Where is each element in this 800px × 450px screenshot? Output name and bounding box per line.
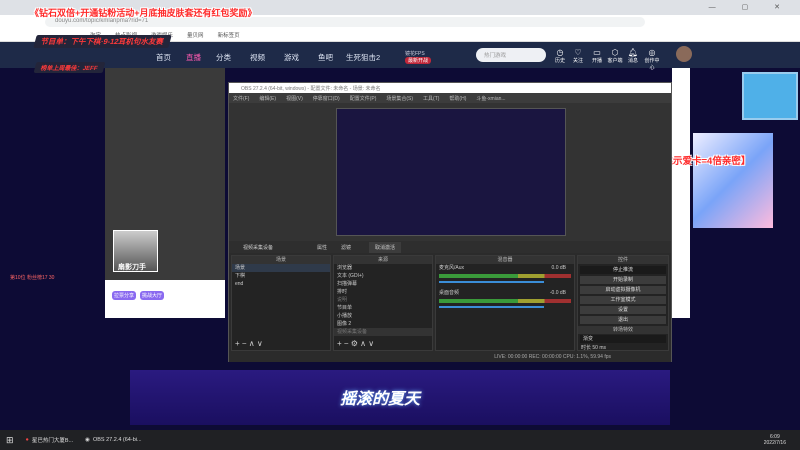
obs-icon: ◉ <box>85 437 90 443</box>
source-item[interactable]: 浏览器 <box>334 264 432 272</box>
nav-video[interactable]: 视频 <box>250 52 265 63</box>
virtual-camera-button[interactable]: 启动虚拟摄像机 <box>580 286 666 294</box>
bookmark[interactable]: 量贝网 <box>187 31 204 39</box>
stop-streaming-button[interactable]: 停止推流 <box>580 266 666 274</box>
history-button[interactable]: ◷ 历史 <box>552 48 568 64</box>
start-recording-button[interactable]: 开始录制 <box>580 276 666 284</box>
menu-view[interactable]: 视图(V) <box>286 95 303 102</box>
nav-fishbar[interactable]: 鱼吧 <box>318 52 333 63</box>
source-item[interactable]: 说明 <box>334 296 432 304</box>
studio-mode-button[interactable]: 工作室模式 <box>580 296 666 304</box>
scene-item[interactable]: end <box>232 280 330 288</box>
settings-button[interactable]: 设置 <box>580 306 666 314</box>
sources-dock: 来源 浏览器 文本 (GDI+) 扫描弹幕 排时 说明 节目单 小播放 图像 2… <box>333 255 433 351</box>
dock-title: 控件 <box>578 256 668 264</box>
source-item[interactable]: 排时 <box>334 288 432 296</box>
source-item[interactable]: 图像 2 <box>334 320 432 328</box>
banner-text: 《钻石双倍+开通钻粉活动+月底抽皮肤套还有红包奖励》 <box>30 8 257 18</box>
source-item[interactable]: 视频采集设备 <box>334 328 432 336</box>
scene-add-remove-buttons[interactable]: + − ∧ ∨ <box>235 339 263 348</box>
selected-source-label: 视频采集设备 <box>243 245 274 251</box>
menu-docks[interactable]: 停靠窗口(D) <box>313 95 340 102</box>
start-live-button[interactable]: ▭ 开播 <box>589 48 605 64</box>
obs-menubar: 文件(F) 编辑(E) 视图(V) 停靠窗口(D) 配置文件(P) 场景集合(S… <box>229 93 671 103</box>
source-item[interactable]: 小播放 <box>334 312 432 320</box>
game-festival-ad[interactable] <box>693 133 773 228</box>
source-item[interactable]: 节目单 <box>334 304 432 312</box>
client-button[interactable]: ⬡ 客户端 <box>607 48 623 64</box>
dock-title: 来源 <box>334 256 432 264</box>
menu-profile[interactable]: 配置文件(P) <box>350 95 377 102</box>
transition-select[interactable]: 渐变 <box>580 335 666 343</box>
volume-slider[interactable] <box>439 306 544 308</box>
audio-meter <box>439 299 571 303</box>
menu-file[interactable]: 文件(F) <box>233 95 249 102</box>
obs-source-toolbar: 视频采集设备 属性 滤镜 取消激活 <box>229 241 671 253</box>
source-item[interactable]: 扫描弹幕 <box>334 280 432 288</box>
nav-games[interactable]: 游戏 <box>284 52 299 63</box>
messages-button[interactable]: 🔔︎ 消息 <box>625 48 641 64</box>
menu-tools[interactable]: 工具(T) <box>423 95 439 102</box>
window-controls[interactable]: — ▢ ✕ <box>709 3 792 11</box>
mixer-channel: 桌面音频 -0.0 dB <box>439 290 566 296</box>
top-donor-text: 榜单上周最佳：JEFF <box>33 62 106 73</box>
obs-titlebar: OBS 27.2.4 (64-bit, windows) - 配置文件: 未命名… <box>229 83 671 93</box>
chrome-icon: ● <box>25 437 29 443</box>
source-add-remove-buttons[interactable]: + − ⚙ ∧ ∨ <box>337 339 374 348</box>
nav-home[interactable]: 首页 <box>156 52 171 63</box>
obs-window: OBS 27.2.4 (64-bit, windows) - 配置文件: 未命名… <box>228 82 672 362</box>
nav-category[interactable]: 分类 <box>216 52 231 63</box>
controls-dock: 控件 停止推流 开始录制 启动虚拟摄像机 工作室模式 设置 退出 转场特效 渐变… <box>577 255 669 351</box>
scene-item[interactable]: 下棋 <box>232 272 330 280</box>
fps-button[interactable]: 最新开战 <box>405 57 432 64</box>
menu-edit[interactable]: 编辑(E) <box>259 95 276 102</box>
band-title: 摇滚的夏天 <box>340 391 421 408</box>
dock-title: 转场特效 <box>578 326 668 334</box>
menu-douyu[interactable]: 斗鱼-xmian... <box>476 95 505 102</box>
source-item[interactable]: 文本 (GDI+) <box>334 272 432 280</box>
taskbar-obs[interactable]: ◉ OBS 27.2.4 (64-bi... <box>79 430 147 450</box>
audio-meter <box>439 274 571 278</box>
nav-game-promo[interactable]: 生死狙击2 <box>346 52 380 63</box>
search-input[interactable]: 热门游戏 <box>476 48 546 62</box>
scenes-dock: 场景 场景 下棋 end + − ∧ ∨ <box>231 255 331 351</box>
exit-button[interactable]: 退出 <box>580 316 666 324</box>
streamer-name: 扇影刀手 <box>118 264 146 271</box>
chat-panel <box>672 68 690 318</box>
dock-title: 场景 <box>232 256 330 264</box>
schedule-text: 节目单：下午下棋·9-12耳机句水友赛 <box>33 35 172 48</box>
start-button[interactable]: ⊞ <box>0 430 20 450</box>
mixer-channel: 麦克风/Aux 0.0 dB <box>439 265 566 271</box>
preview-canvas <box>336 108 566 236</box>
gift-button[interactable]: 挑战大厅 <box>140 291 165 300</box>
deactivate-button[interactable]: 取消激活 <box>369 242 402 253</box>
clock[interactable]: 6:09 2022/7/16 <box>764 434 800 446</box>
fps-label: 镜花FPS <box>405 51 425 57</box>
menu-scene-collection[interactable]: 场景集合(S) <box>386 95 413 102</box>
nav-live[interactable]: 直播 <box>186 52 201 63</box>
taskbar-chrome[interactable]: ● 星巴热门大厦B... <box>20 430 80 450</box>
menu-help[interactable]: 帮助(H) <box>449 95 466 102</box>
fps-promo-card[interactable] <box>742 72 798 120</box>
gift-button[interactable]: 拉票分享 <box>112 291 137 300</box>
properties-button[interactable]: 属性 <box>317 244 327 251</box>
chat-message: 第10位 粉丝榜17 30 <box>10 275 55 281</box>
bookmark[interactable]: 新标签页 <box>218 31 240 39</box>
creator-center-button[interactable]: ◎ 创作中心 <box>644 48 660 71</box>
dock-title: 混音器 <box>436 256 574 264</box>
volume-slider[interactable] <box>439 281 544 283</box>
taskbar: ⊞ ● 星巴热门大厦B... ◉ OBS 27.2.4 (64-bi... 6:09… <box>0 430 800 450</box>
filters-button[interactable]: 滤镜 <box>341 244 351 251</box>
user-avatar[interactable] <box>676 46 692 62</box>
obs-preview[interactable] <box>229 103 671 241</box>
mixer-dock: 混音器 麦克风/Aux 0.0 dB 桌面音频 -0.0 dB <box>435 255 575 351</box>
follow-button[interactable]: ♡ 关注 <box>570 48 586 64</box>
scene-item[interactable]: 场景 <box>232 264 330 272</box>
obs-statusbar: LIVE: 00:00:00 REC: 00:00:00 CPU: 1.1%, … <box>229 351 671 362</box>
